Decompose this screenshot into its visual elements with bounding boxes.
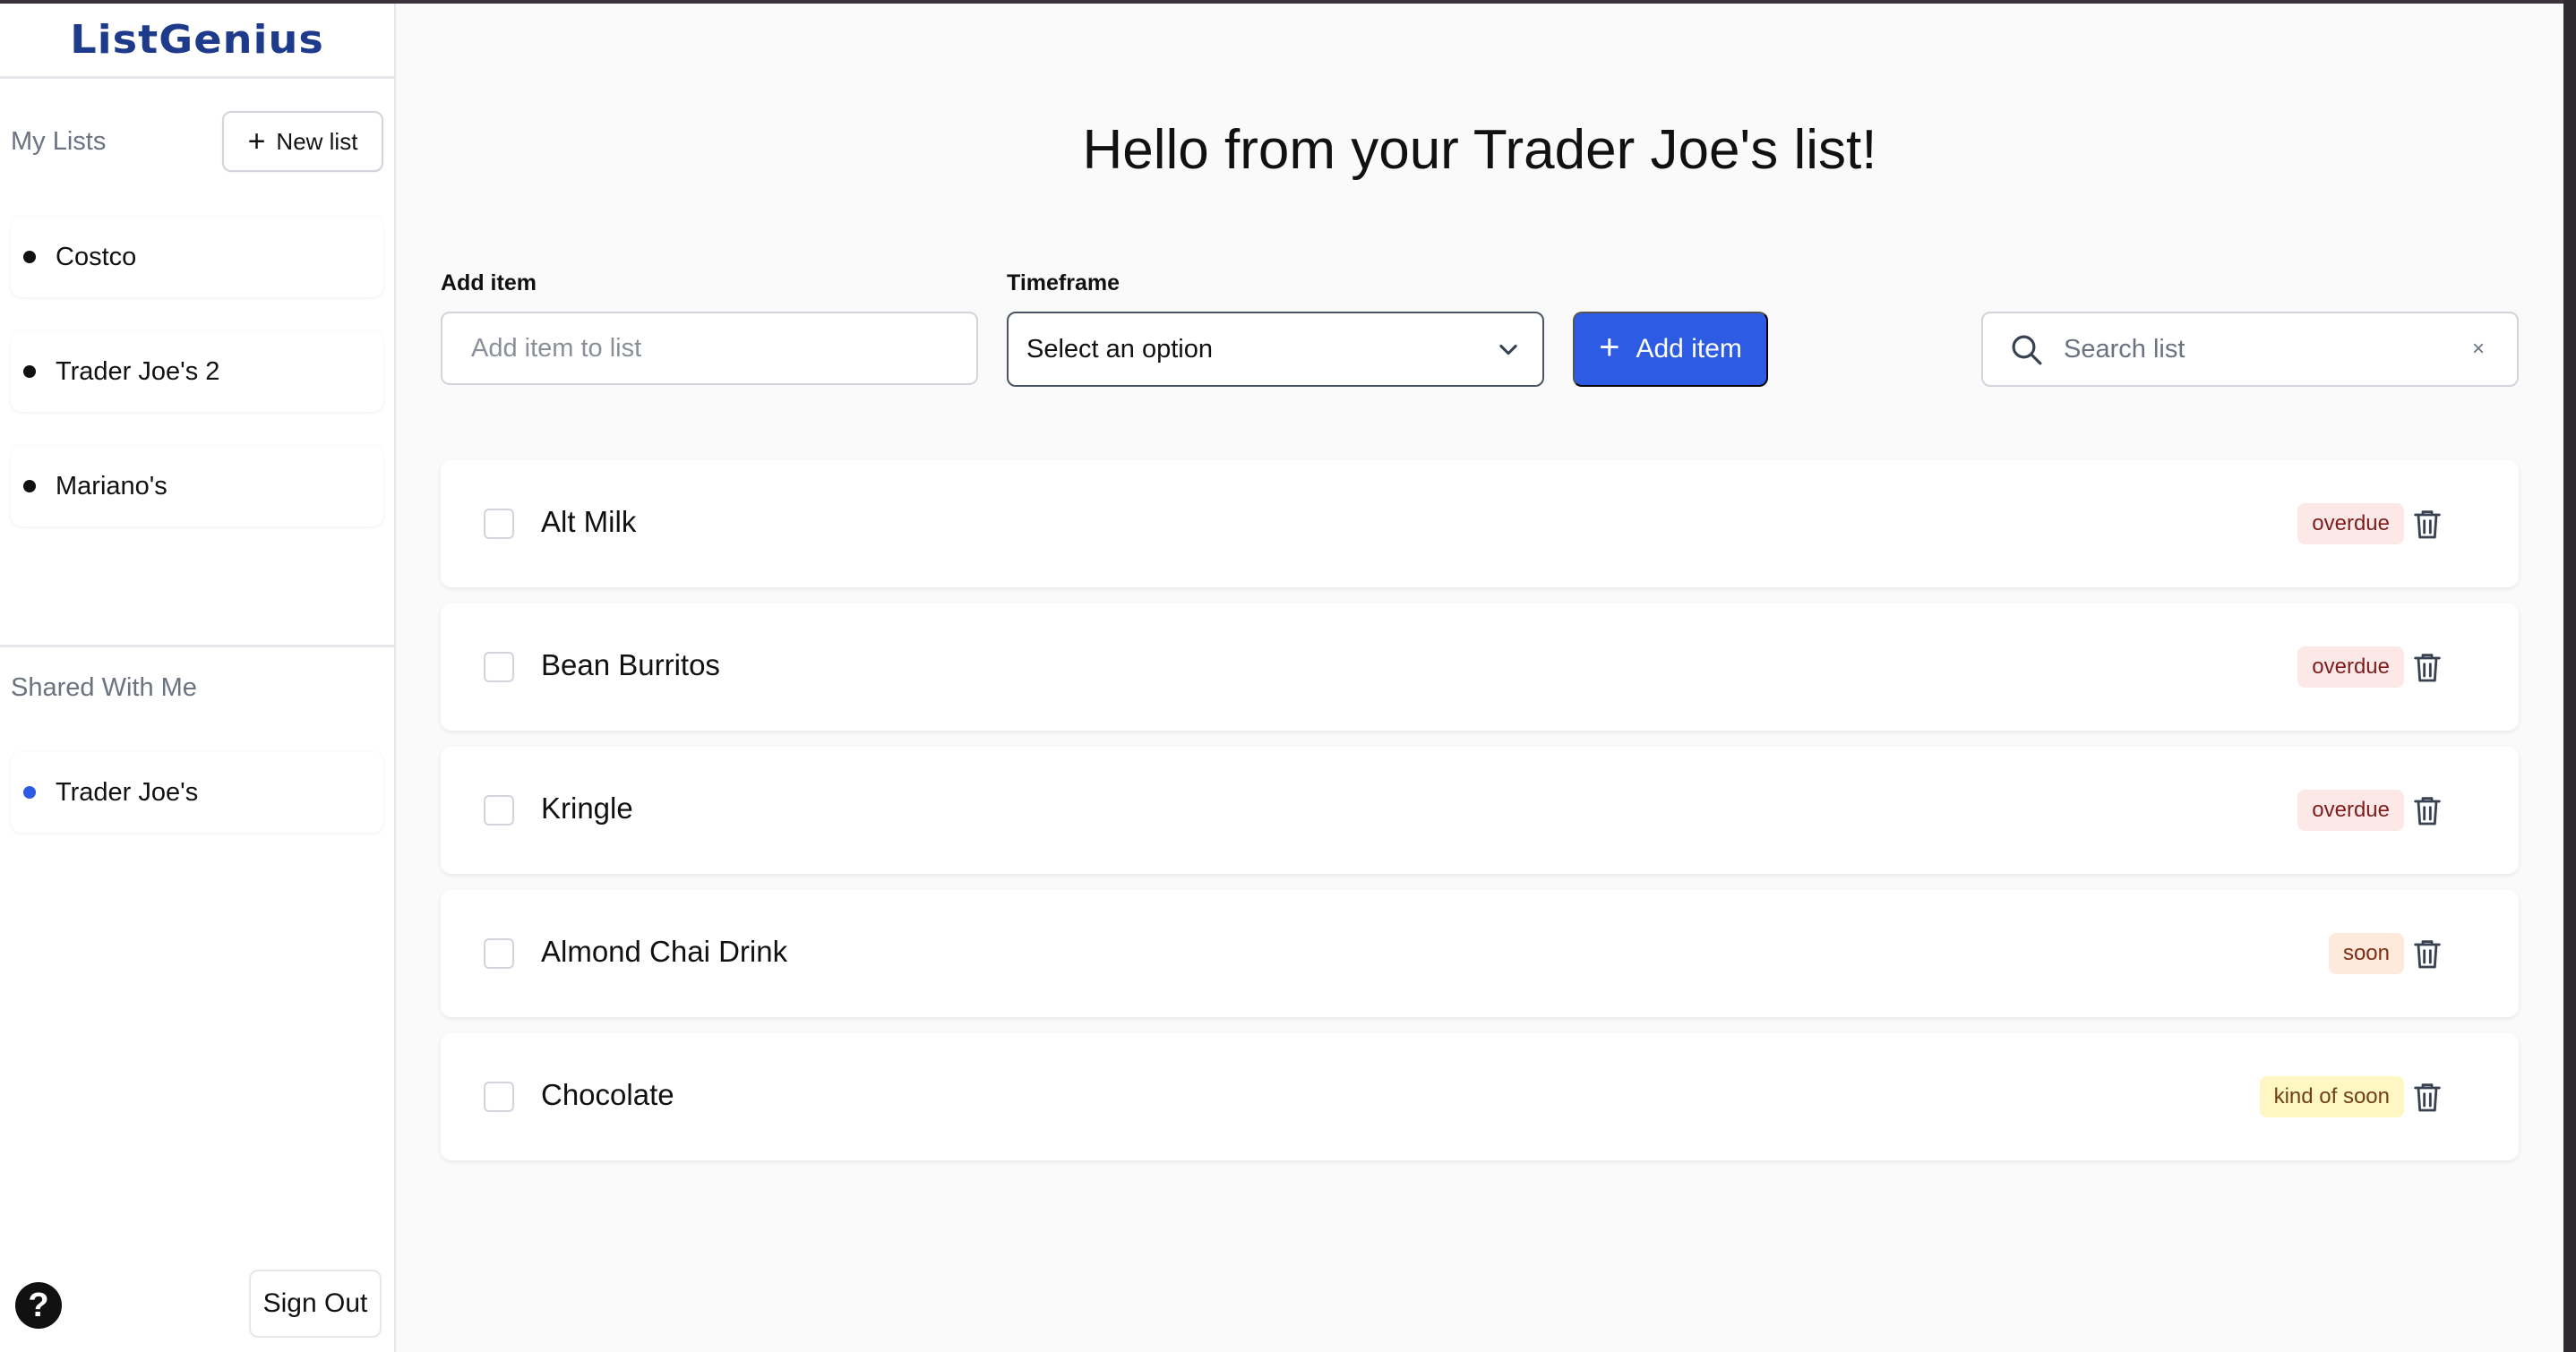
add-item-button-label: Add item — [1636, 334, 1742, 364]
add-item-input[interactable] — [441, 312, 978, 385]
timeframe-label: Timeframe — [1007, 270, 1120, 295]
status-badge: kind of soon — [2259, 1076, 2404, 1117]
search-input[interactable] — [2064, 326, 2440, 372]
logo-area: ListGenius — [0, 4, 394, 79]
my-lists-header: My Lists + New list — [0, 111, 394, 174]
add-item-label: Add item — [441, 270, 537, 295]
clear-search-icon[interactable]: × — [2472, 337, 2485, 362]
item-checkbox[interactable] — [484, 938, 514, 969]
timeframe-selected-value: Select an option — [1026, 334, 1213, 364]
shared-with-me-title: Shared With Me — [11, 673, 197, 702]
sidebar-item-marianos[interactable]: Mariano's — [11, 446, 383, 526]
my-lists-title: My Lists — [11, 127, 107, 156]
new-list-label: New list — [276, 127, 358, 155]
sidebar-item-label: Trader Joe's — [56, 777, 199, 807]
sidebar-item-label: Costco — [56, 242, 137, 271]
sidebar-item-label: Trader Joe's 2 — [56, 356, 220, 386]
trash-icon[interactable] — [2409, 935, 2445, 972]
list-item: Alt Milk overdue — [441, 460, 2519, 587]
list-item: Bean Burritos overdue — [441, 603, 2519, 731]
status-badge: soon — [2328, 933, 2404, 974]
trash-icon[interactable] — [2409, 648, 2445, 686]
plus-icon: + — [247, 124, 266, 158]
plus-icon: + — [1599, 328, 1620, 367]
sidebar-item-label: Mariano's — [56, 471, 167, 501]
item-checkbox[interactable] — [484, 509, 514, 539]
sidebar-item-trader-joes-shared[interactable]: Trader Joe's — [11, 752, 383, 833]
sidebar: ListGenius My Lists + New list Costco Tr… — [0, 4, 396, 1352]
list-item: Kringle overdue — [441, 747, 2519, 874]
item-checkbox[interactable] — [484, 795, 514, 826]
add-item-button[interactable]: + Add item — [1573, 312, 1768, 387]
item-name: Chocolate — [541, 1078, 674, 1111]
trash-icon[interactable] — [2409, 505, 2445, 543]
sign-out-button[interactable]: Sign Out — [249, 1270, 382, 1338]
status-badge: overdue — [2297, 790, 2404, 831]
bullet-dot-icon — [23, 365, 36, 378]
bullet-dot-icon — [23, 480, 36, 492]
sidebar-divider — [0, 645, 394, 647]
trash-icon[interactable] — [2409, 1078, 2445, 1116]
timeframe-select[interactable]: Select an option — [1007, 312, 1544, 387]
sidebar-item-costco[interactable]: Costco — [11, 217, 383, 297]
item-checkbox[interactable] — [484, 652, 514, 682]
search-field[interactable]: × — [1981, 312, 2519, 387]
bullet-dot-icon — [23, 251, 36, 263]
item-name: Alt Milk — [541, 505, 637, 538]
page-title: Hello from your Trader Joe's list! — [1082, 119, 1877, 181]
status-badge: overdue — [2297, 646, 2404, 688]
help-icon[interactable]: ? — [15, 1282, 62, 1329]
shared-dot-icon — [23, 786, 36, 799]
new-list-button[interactable]: + New list — [222, 111, 383, 172]
item-name: Almond Chai Drink — [541, 935, 788, 968]
item-name: Bean Burritos — [541, 648, 720, 681]
list-item: Almond Chai Drink soon — [441, 890, 2519, 1017]
item-checkbox[interactable] — [484, 1082, 514, 1112]
status-badge: overdue — [2297, 503, 2404, 544]
sidebar-item-trader-joes-2[interactable]: Trader Joe's 2 — [11, 331, 383, 412]
app-logo[interactable]: ListGenius — [70, 17, 324, 63]
window-right-border — [2563, 0, 2576, 1352]
chevron-down-icon — [1499, 344, 1517, 355]
list-item: Chocolate kind of soon — [441, 1033, 2519, 1160]
main-content: Hello from your Trader Joe's list! Add i… — [396, 4, 2563, 1352]
trash-icon[interactable] — [2409, 792, 2445, 829]
item-name: Kringle — [541, 792, 633, 825]
search-icon — [2012, 335, 2042, 365]
